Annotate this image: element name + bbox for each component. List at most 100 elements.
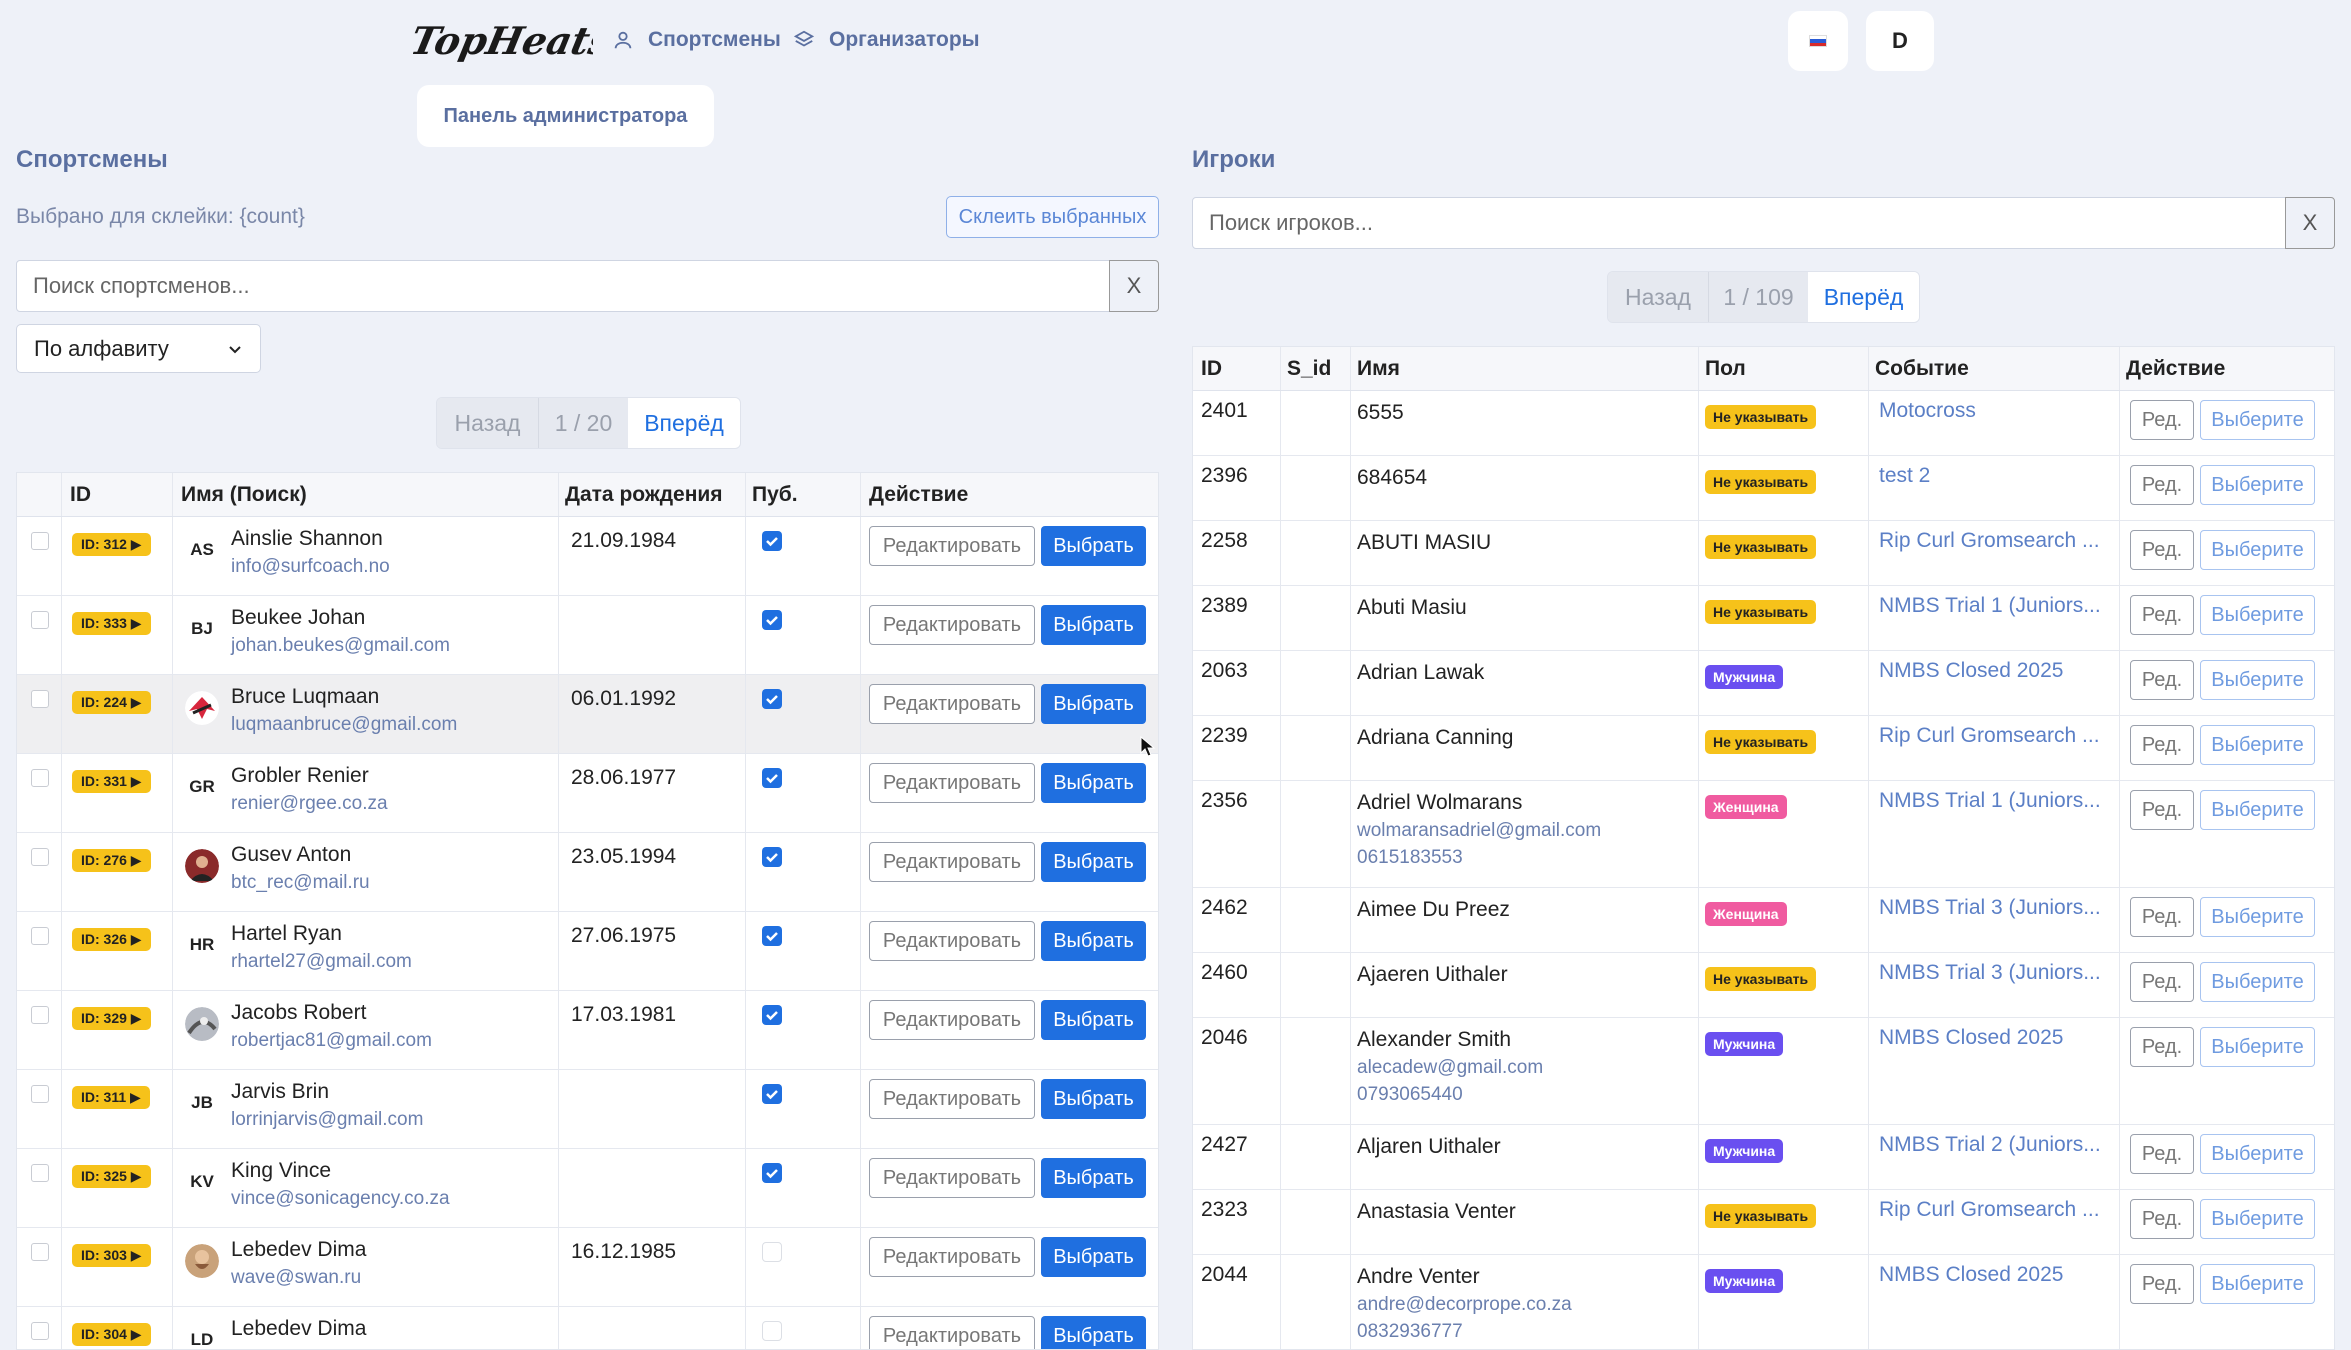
edit-player-button[interactable]: Ред. [2130,400,2194,440]
player-event-link[interactable]: Rip Curl Gromsearch ... [1879,1198,2113,1222]
choose-player-button[interactable]: Выберите [2200,897,2315,937]
choose-player-button[interactable]: Выберите [2200,1134,2315,1174]
athlete-id-badge[interactable]: ID: 276 ▶ [72,849,151,872]
player-event-link[interactable]: NMBS Trial 1 (Juniors... [1879,789,2113,813]
edit-athlete-button[interactable]: Редактировать [869,1158,1035,1198]
player-event-link[interactable]: NMBS Trial 2 (Juniors... [1879,1133,2113,1157]
topheats-logo[interactable]: TopHeats [413,14,593,70]
nav-athletes[interactable]: Спортсмены [612,28,781,52]
select-athlete-button[interactable]: Выбрать [1041,1079,1146,1119]
published-checkbox[interactable] [762,1163,782,1183]
athlete-id-badge[interactable]: ID: 333 ▶ [72,612,151,635]
merge-select-checkbox[interactable] [31,1085,49,1103]
choose-player-button[interactable]: Выберите [2200,790,2315,830]
edit-athlete-button[interactable]: Редактировать [869,1237,1035,1277]
athlete-id-badge[interactable]: ID: 312 ▶ [72,533,151,556]
published-checkbox[interactable] [762,847,782,867]
player-event-link[interactable]: NMBS Trial 3 (Juniors... [1879,961,2113,985]
published-checkbox[interactable] [762,610,782,630]
athlete-id-badge[interactable]: ID: 329 ▶ [72,1007,151,1030]
athlete-id-badge[interactable]: ID: 326 ▶ [72,928,151,951]
published-checkbox[interactable] [762,768,782,788]
select-athlete-button[interactable]: Выбрать [1041,605,1146,645]
players-prev-page-button[interactable]: Назад [1608,272,1708,322]
select-athlete-button[interactable]: Выбрать [1041,842,1146,882]
athletes-prev-page-button[interactable]: Назад [437,398,538,448]
edit-player-button[interactable]: Ред. [2130,1199,2194,1239]
merge-select-checkbox[interactable] [31,1322,49,1340]
edit-athlete-button[interactable]: Редактировать [869,1079,1035,1119]
select-athlete-button[interactable]: Выбрать [1041,921,1146,961]
edit-athlete-button[interactable]: Редактировать [869,526,1035,566]
player-event-link[interactable]: NMBS Trial 1 (Juniors... [1879,594,2113,618]
athletes-search-clear-button[interactable]: X [1109,260,1159,312]
edit-player-button[interactable]: Ред. [2130,897,2194,937]
athlete-id-badge[interactable]: ID: 304 ▶ [72,1323,151,1346]
athletes-next-page-button[interactable]: Вперёд [628,398,740,448]
choose-player-button[interactable]: Выберите [2200,660,2315,700]
edit-player-button[interactable]: Ред. [2130,962,2194,1002]
choose-player-button[interactable]: Выберите [2200,595,2315,635]
edit-athlete-button[interactable]: Редактировать [869,842,1035,882]
merge-select-checkbox[interactable] [31,769,49,787]
players-search-clear-button[interactable]: X [2285,197,2335,249]
player-event-link[interactable]: Motocross [1879,399,2113,423]
sort-select[interactable]: По алфавиту [16,324,261,373]
published-checkbox[interactable] [762,1084,782,1104]
published-checkbox[interactable] [762,1242,782,1262]
merge-select-checkbox[interactable] [31,1164,49,1182]
athlete-id-badge[interactable]: ID: 331 ▶ [72,770,151,793]
user-menu-button[interactable]: D [1866,11,1934,71]
language-button[interactable] [1788,11,1848,71]
col-name[interactable]: Имя (Поиск) [173,473,559,516]
choose-player-button[interactable]: Выберите [2200,465,2315,505]
edit-athlete-button[interactable]: Редактировать [869,684,1035,724]
merge-select-checkbox[interactable] [31,927,49,945]
published-checkbox[interactable] [762,926,782,946]
athlete-id-badge[interactable]: ID: 224 ▶ [72,691,151,714]
player-event-link[interactable]: NMBS Closed 2025 [1879,1263,2113,1287]
merge-select-checkbox[interactable] [31,848,49,866]
select-athlete-button[interactable]: Выбрать [1041,1237,1146,1277]
choose-player-button[interactable]: Выберите [2200,725,2315,765]
nav-organizers[interactable]: Организаторы [793,28,980,52]
choose-player-button[interactable]: Выберите [2200,962,2315,1002]
edit-player-button[interactable]: Ред. [2130,1264,2194,1304]
player-event-link[interactable]: NMBS Closed 2025 [1879,1026,2113,1050]
published-checkbox[interactable] [762,1321,782,1341]
player-event-link[interactable]: test 2 [1879,464,2113,488]
select-athlete-button[interactable]: Выбрать [1041,1316,1146,1349]
choose-player-button[interactable]: Выберите [2200,1027,2315,1067]
admin-panel-button[interactable]: Панель администратора [417,85,714,147]
edit-athlete-button[interactable]: Редактировать [869,605,1035,645]
players-next-page-button[interactable]: Вперёд [1808,272,1919,322]
player-event-link[interactable]: Rip Curl Gromsearch ... [1879,529,2113,553]
published-checkbox[interactable] [762,531,782,551]
edit-player-button[interactable]: Ред. [2130,465,2194,505]
edit-athlete-button[interactable]: Редактировать [869,921,1035,961]
edit-player-button[interactable]: Ред. [2130,1134,2194,1174]
edit-player-button[interactable]: Ред. [2130,660,2194,700]
edit-athlete-button[interactable]: Редактировать [869,1000,1035,1040]
select-athlete-button[interactable]: Выбрать [1041,684,1146,724]
merge-select-checkbox[interactable] [31,611,49,629]
select-athlete-button[interactable]: Выбрать [1041,1158,1146,1198]
edit-athlete-button[interactable]: Редактировать [869,763,1035,803]
select-athlete-button[interactable]: Выбрать [1041,1000,1146,1040]
choose-player-button[interactable]: Выберите [2200,530,2315,570]
players-search-input[interactable]: Поиск игроков... [1192,197,2286,249]
select-athlete-button[interactable]: Выбрать [1041,763,1146,803]
player-event-link[interactable]: Rip Curl Gromsearch ... [1879,724,2113,748]
choose-player-button[interactable]: Выберите [2200,1264,2315,1304]
select-athlete-button[interactable]: Выбрать [1041,526,1146,566]
edit-athlete-button[interactable]: Редактировать [869,1316,1035,1349]
edit-player-button[interactable]: Ред. [2130,790,2194,830]
athlete-id-badge[interactable]: ID: 325 ▶ [72,1165,151,1188]
choose-player-button[interactable]: Выберите [2200,1199,2315,1239]
edit-player-button[interactable]: Ред. [2130,1027,2194,1067]
edit-player-button[interactable]: Ред. [2130,725,2194,765]
published-checkbox[interactable] [762,689,782,709]
edit-player-button[interactable]: Ред. [2130,530,2194,570]
choose-player-button[interactable]: Выберите [2200,400,2315,440]
merge-select-checkbox[interactable] [31,532,49,550]
